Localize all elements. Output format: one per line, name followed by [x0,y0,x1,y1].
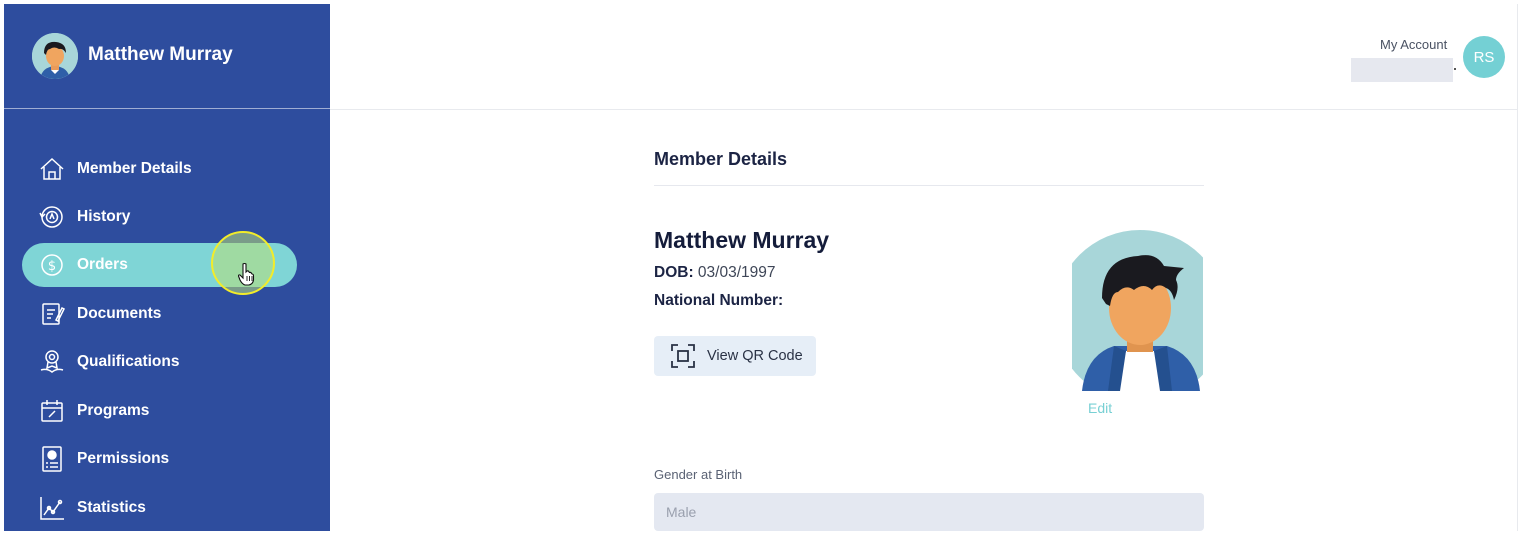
sidebar-item-member-details[interactable]: Member Details [22,147,297,191]
sidebar-item-label: Programs [77,402,150,419]
account-name-placeholder [1351,58,1453,82]
my-account-label[interactable]: My Account [1380,37,1447,52]
edit-photo-link[interactable]: Edit [1088,400,1112,416]
sidebar-item-label: Qualifications [77,353,180,370]
svg-text:$: $ [48,259,56,274]
home-icon [38,155,66,183]
qualifications-icon [38,348,66,376]
profile-name: Matthew Murray [88,44,233,65]
sidebar: Matthew Murray Member Details History $ … [4,4,330,531]
hand-cursor-icon [237,262,255,291]
member-name: Matthew Murray [654,227,830,253]
gender-at-birth-field[interactable] [654,493,1204,531]
profile-avatar[interactable] [32,33,78,79]
sidebar-item-qualifications[interactable]: Qualifications [22,340,297,384]
qr-scan-icon [670,343,696,369]
account-avatar[interactable]: RS [1463,36,1505,78]
chart-icon [38,494,66,522]
sidebar-item-label: Orders [77,256,128,273]
account-dot [1454,68,1456,70]
member-photo [1072,230,1203,391]
top-bar: My Account RS [330,4,1517,110]
sidebar-item-label: Documents [77,305,162,322]
documents-icon [38,300,66,328]
national-number-label: National Number: [654,292,784,309]
sidebar-item-programs[interactable]: Programs [22,389,297,433]
section-divider [654,185,1204,186]
sidebar-item-label: Statistics [77,499,146,516]
sidebar-item-documents[interactable]: Documents [22,292,297,336]
view-qr-code-button[interactable]: View QR Code [654,336,816,376]
section-title: Member Details [654,149,788,169]
sidebar-item-statistics[interactable]: Statistics [22,486,297,530]
gender-at-birth-label: Gender at Birth [654,467,743,482]
sidebar-item-history[interactable]: History [22,195,297,239]
sidebar-header: Matthew Murray [4,4,330,109]
permissions-icon [38,445,66,473]
dob-value: 03/03/1997 [697,264,776,281]
sidebar-item-label: Permissions [77,450,170,467]
sidebar-item-label: Member Details [77,160,192,177]
history-icon [38,203,66,231]
calendar-icon [38,397,66,425]
sidebar-item-label: History [77,208,131,225]
dob-row: DOB: 03/03/1997 [654,264,776,282]
view-qr-code-label: View QR Code [707,348,803,364]
dob-label: DOB: [654,264,694,281]
content-right-border [1517,4,1518,531]
dollar-icon: $ [38,251,66,279]
sidebar-item-permissions[interactable]: Permissions [22,437,297,481]
